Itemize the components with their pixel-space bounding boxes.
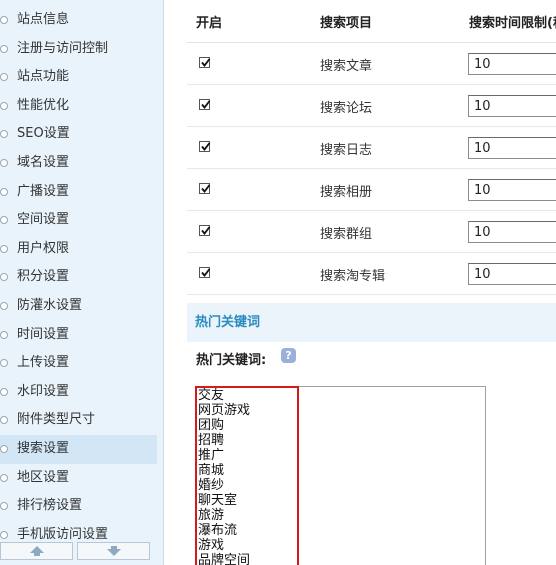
column-header-time-limit: 搜索时间限制(秒) — [469, 16, 556, 31]
bullet-icon — [0, 387, 8, 396]
sidebar-item-ranking[interactable]: 排行榜设置 — [0, 492, 163, 521]
enable-checkbox-articles[interactable] — [199, 57, 211, 68]
sidebar-item-performance[interactable]: 性能优化 — [0, 92, 163, 121]
bullet-icon — [0, 473, 8, 482]
bullet-icon — [0, 416, 8, 425]
sidebar-item-watermark[interactable]: 水印设置 — [0, 378, 163, 407]
time-limit-input-articles[interactable] — [468, 53, 556, 75]
sidebar-item-site-features[interactable]: 站点功能 — [0, 63, 163, 92]
sidebar-item-user-permissions[interactable]: 用户权限 — [0, 235, 163, 264]
scroll-up-button[interactable] — [0, 542, 73, 560]
row-label: 搜索淘专辑 — [320, 269, 386, 284]
column-header-enable: 开启 — [196, 16, 223, 31]
sidebar-item-anti-spam[interactable]: 防灌水设置 — [0, 292, 163, 321]
sidebar-item-seo[interactable]: SEO设置 — [0, 120, 163, 149]
checkmark-icon — [201, 226, 211, 235]
checkmark-icon — [201, 100, 211, 109]
bullet-icon — [0, 187, 8, 196]
bullet-icon — [0, 16, 8, 24]
table-row: 搜索相册 — [187, 169, 556, 211]
time-limit-input-blogs[interactable] — [468, 137, 556, 159]
bullet-icon — [0, 530, 8, 539]
table-row: 搜索淘专辑 — [187, 253, 556, 295]
search-settings-panel: 开启 搜索项目 搜索时间限制(秒) 搜索文章 搜索论坛 搜索日志 搜索相册 搜索… — [187, 0, 556, 565]
bullet-icon — [0, 330, 8, 339]
checkmark-icon — [201, 268, 211, 277]
bullet-icon — [0, 301, 8, 310]
sidebar-item-upload[interactable]: 上传设置 — [0, 349, 163, 378]
search-table-header: 开启 搜索项目 搜索时间限制(秒) — [187, 0, 556, 43]
enable-checkbox-blogs[interactable] — [199, 141, 211, 152]
scroll-down-button[interactable] — [77, 542, 150, 560]
enable-checkbox-albums[interactable] — [199, 183, 211, 194]
sidebar-item-search-settings[interactable]: 搜索设置 — [0, 434, 157, 464]
table-row: 搜索日志 — [187, 127, 556, 169]
time-limit-input-collections[interactable] — [468, 263, 556, 285]
settings-sidebar: 站点信息 注册与访问控制 站点功能 性能优化 SEO设置 域名设置 广播设置 空… — [0, 0, 164, 565]
arrow-up-icon — [29, 546, 44, 556]
row-label: 搜索论坛 — [320, 101, 373, 116]
sidebar-item-domain[interactable]: 域名设置 — [0, 149, 163, 178]
row-label: 搜索文章 — [320, 59, 373, 74]
arrow-down-icon — [106, 546, 121, 556]
row-label: 搜索相册 — [320, 185, 373, 200]
table-row: 搜索文章 — [187, 43, 556, 85]
row-label: 搜索日志 — [320, 143, 373, 158]
bullet-icon — [0, 158, 8, 167]
bullet-icon — [0, 101, 8, 110]
sidebar-item-credits[interactable]: 积分设置 — [0, 263, 163, 292]
bullet-icon — [0, 444, 8, 453]
bullet-icon — [0, 44, 8, 53]
time-limit-input-forums[interactable] — [468, 95, 556, 117]
sidebar-item-space[interactable]: 空间设置 — [0, 206, 163, 235]
time-limit-input-albums[interactable] — [468, 179, 556, 201]
sidebar-item-site-info[interactable]: 站点信息 — [0, 6, 163, 35]
table-row: 搜索群组 — [187, 211, 556, 253]
checkmark-icon — [201, 184, 211, 193]
sidebar-item-region[interactable]: 地区设置 — [0, 464, 163, 493]
bullet-icon — [0, 273, 8, 282]
bullet-icon — [0, 502, 8, 511]
bullet-icon — [0, 130, 8, 139]
enable-checkbox-collections[interactable] — [199, 267, 211, 278]
table-row: 搜索论坛 — [187, 85, 556, 127]
time-limit-input-groups[interactable] — [468, 221, 556, 243]
sidebar-item-attachment-size[interactable]: 附件类型尺寸 — [0, 406, 163, 435]
checkmark-icon — [201, 142, 211, 151]
checkmark-icon — [201, 58, 211, 67]
column-header-item: 搜索项目 — [320, 16, 373, 31]
bullet-icon — [0, 73, 8, 82]
hot-keywords-label: 热门关键词: — [196, 353, 267, 368]
sidebar-item-time[interactable]: 时间设置 — [0, 321, 163, 350]
sidebar-item-broadcast[interactable]: 广播设置 — [0, 178, 163, 207]
help-icon[interactable]: ? — [281, 348, 296, 363]
hot-keywords-section-title: 热门关键词 — [187, 303, 556, 342]
enable-checkbox-forums[interactable] — [199, 99, 211, 110]
keyword-highlight-box — [195, 386, 299, 565]
bullet-icon — [0, 359, 8, 368]
bullet-icon — [0, 244, 8, 253]
sidebar-menu: 站点信息 注册与访问控制 站点功能 性能优化 SEO设置 域名设置 广播设置 空… — [0, 0, 163, 549]
enable-checkbox-groups[interactable] — [199, 225, 211, 236]
sidebar-scroll-controls — [0, 542, 150, 560]
bullet-icon — [0, 216, 8, 225]
sidebar-item-registration[interactable]: 注册与访问控制 — [0, 35, 163, 64]
row-label: 搜索群组 — [320, 227, 373, 242]
